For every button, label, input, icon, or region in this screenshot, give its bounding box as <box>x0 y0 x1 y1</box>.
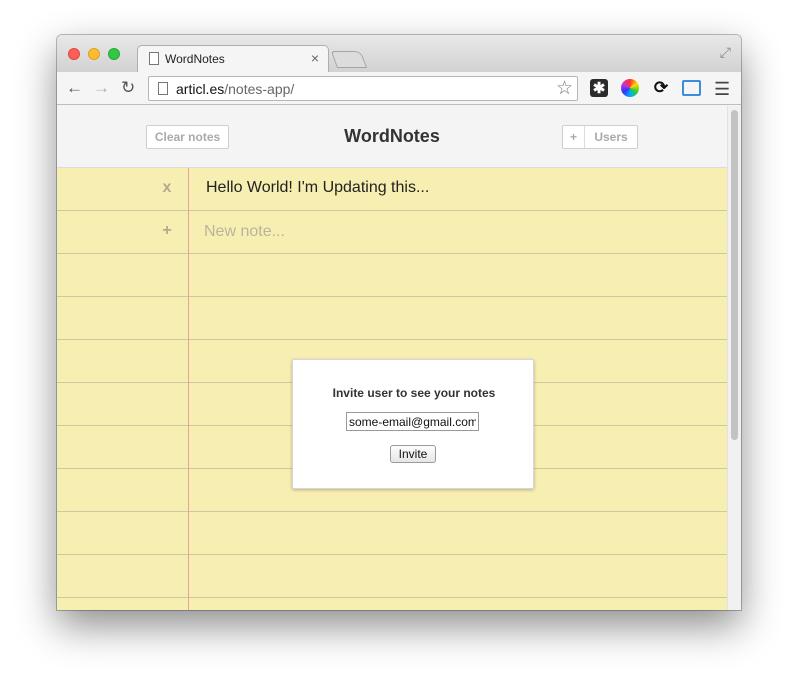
note-text[interactable]: Hello World! I'm Updating this... <box>206 179 429 197</box>
browser-toolbar: ← → ↻ articl.es/notes-app/ ☆ ✱ ⟳ ☰ <box>57 72 741 105</box>
add-note-icon[interactable]: + <box>157 222 177 240</box>
page-icon <box>149 52 159 65</box>
title-bar: WordNotes × ⤢ <box>57 35 741 72</box>
invite-modal: Invite user to see your notes Invite <box>292 359 534 489</box>
delete-note-icon[interactable]: x <box>157 179 177 197</box>
screenshot-extension-icon[interactable] <box>682 80 701 96</box>
color-wheel-extension-icon[interactable] <box>621 79 639 97</box>
app-header: Clear notes WordNotes + Users <box>57 106 727 168</box>
users-button[interactable]: + Users <box>562 125 638 149</box>
fullscreen-icon[interactable]: ⤢ <box>720 44 731 61</box>
browser-window: WordNotes × ⤢ ← → ↻ articl.es/notes-app/… <box>57 35 741 610</box>
minimize-window-button[interactable] <box>88 48 100 60</box>
plus-icon: + <box>563 126 585 148</box>
star-icon[interactable]: ☆ <box>556 77 573 100</box>
users-label: Users <box>594 130 628 144</box>
tab-close-icon[interactable]: × <box>311 50 319 66</box>
vertical-scrollbar[interactable] <box>727 106 741 610</box>
scrollbar-thumb[interactable] <box>731 110 738 440</box>
new-note-row: + <box>57 211 727 254</box>
back-arrow-icon[interactable]: ← <box>66 79 83 96</box>
sync-extension-icon[interactable]: ⟳ <box>652 79 670 97</box>
note-row: x Hello World! I'm Updating this... <box>57 168 727 211</box>
address-bar[interactable]: articl.es/notes-app/ ☆ <box>148 76 578 101</box>
modal-title: Invite user to see your notes <box>332 386 496 400</box>
forward-arrow-icon[interactable]: → <box>93 79 110 96</box>
zoom-window-button[interactable] <box>108 48 120 60</box>
close-window-button[interactable] <box>68 48 80 60</box>
reload-icon[interactable]: ↻ <box>121 79 135 96</box>
page-icon <box>158 82 168 95</box>
browser-tab[interactable]: WordNotes × <box>137 45 329 72</box>
url-text[interactable]: articl.es/notes-app/ <box>176 81 294 97</box>
url-path: /notes-app/ <box>224 81 295 97</box>
new-tab-button[interactable] <box>330 51 368 68</box>
page-viewport: Clear notes WordNotes + Users x Hello Wo… <box>57 106 741 610</box>
tab-title: WordNotes <box>165 52 225 66</box>
menu-icon[interactable]: ☰ <box>714 79 730 100</box>
email-field[interactable] <box>346 412 479 431</box>
url-host: articl.es <box>176 81 225 97</box>
invite-button[interactable]: Invite <box>390 445 436 463</box>
asterisk-extension-icon[interactable]: ✱ <box>590 79 608 97</box>
new-note-input[interactable] <box>204 219 704 245</box>
